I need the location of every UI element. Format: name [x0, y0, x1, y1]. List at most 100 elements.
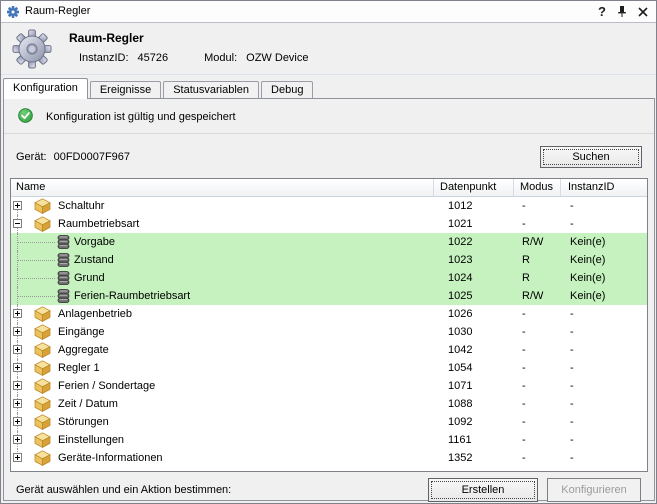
tree-connector-hstub: [18, 242, 55, 243]
table-row[interactable]: Zeit / Datum 1088 - -: [11, 395, 647, 413]
cell-datenpunkt: 1042: [434, 341, 514, 359]
table-row[interactable]: Anlagenbetrieb 1026 - -: [11, 305, 647, 323]
cell-datenpunkt: 1092: [434, 413, 514, 431]
row-name-label: Regler 1: [58, 359, 100, 377]
pin-button[interactable]: [617, 4, 627, 20]
tree-cell-name: Zeit / Datum: [11, 395, 434, 413]
cell-modus: -: [514, 341, 561, 359]
konfiguration-tab-page: Konfiguration ist gültig und gespeichert…: [3, 98, 655, 501]
table-row[interactable]: Grund 1024 R Kein(e): [11, 269, 647, 287]
tree-expand-toggle[interactable]: [13, 435, 22, 444]
cell-instanzid: -: [561, 449, 647, 467]
tree-expand-toggle[interactable]: [13, 417, 22, 426]
column-header-name[interactable]: Name: [11, 179, 434, 196]
tree-expand-toggle[interactable]: [13, 399, 22, 408]
row-name-label: Aggregate: [58, 341, 109, 359]
tree-cell-name: Schaltuhr: [11, 197, 434, 215]
tree-cell-name: Geräte-Informationen: [11, 449, 434, 467]
table-row[interactable]: Ferien-Raumbetriebsart 1025 R/W Kein(e): [11, 287, 647, 305]
column-header-instanzid[interactable]: InstanzID: [561, 179, 647, 196]
tab-konfiguration[interactable]: Konfiguration: [3, 78, 88, 99]
cell-modus: -: [514, 359, 561, 377]
tree-expand-toggle[interactable]: [13, 453, 22, 462]
tree-expand-toggle[interactable]: [13, 219, 22, 228]
cell-datenpunkt: 1012: [434, 197, 514, 215]
datapoint-table: Name Datenpunkt Modus InstanzID Schaltuh…: [10, 178, 648, 472]
device-id-row: Gerät: 00FD0007F967: [16, 147, 130, 168]
cell-datenpunkt: 1023: [434, 251, 514, 269]
close-button[interactable]: [638, 4, 648, 20]
tree-expand-toggle[interactable]: [13, 327, 22, 336]
cell-modus: -: [514, 413, 561, 431]
cell-instanzid: Kein(e): [561, 233, 647, 251]
row-name-label: Grund: [74, 269, 105, 287]
tab-ereignisse[interactable]: Ereignisse: [90, 81, 161, 98]
tab-debug[interactable]: Debug: [261, 81, 313, 98]
row-name-label: Einstellungen: [58, 431, 124, 449]
table-row[interactable]: Ferien / Sondertage 1071 - -: [11, 377, 647, 395]
row-name-label: Schaltuhr: [58, 197, 104, 215]
table-row[interactable]: Zustand 1023 R Kein(e): [11, 251, 647, 269]
datapoint-icon: [57, 271, 70, 288]
modul-label: Modul:: [204, 52, 237, 64]
status-row: Konfiguration ist gültig und gespeichert: [18, 107, 236, 127]
instanzid-label: InstanzID:: [79, 52, 129, 64]
column-header-datenpunkt[interactable]: Datenpunkt: [434, 179, 514, 196]
cell-modus: -: [514, 395, 561, 413]
cell-modus: R: [514, 269, 561, 287]
cell-modus: R/W: [514, 287, 561, 305]
table-row[interactable]: Geräte-Informationen 1352 - -: [11, 449, 647, 467]
table-row[interactable]: Einstellungen 1161 - -: [11, 431, 647, 449]
tree-expand-toggle[interactable]: [13, 381, 22, 390]
table-row[interactable]: Aggregate 1042 - -: [11, 341, 647, 359]
tree-expand-toggle[interactable]: [13, 363, 22, 372]
tree-cell-name: Aggregate: [11, 341, 434, 359]
cell-modus: -: [514, 197, 561, 215]
cell-datenpunkt: 1026: [434, 305, 514, 323]
instanzid-value: 45726: [138, 52, 169, 64]
tree-expand-toggle[interactable]: [13, 309, 22, 318]
modul-value: OZW Device: [246, 52, 308, 64]
table-row[interactable]: Störungen 1092 - -: [11, 413, 647, 431]
device-tree-rows: Schaltuhr 1012 - - Raumbetriebsart 1021 …: [11, 197, 647, 467]
table-row[interactable]: Vorgabe 1022 R/W Kein(e): [11, 233, 647, 251]
cell-datenpunkt: 1352: [434, 449, 514, 467]
tree-cell-name: Ferien / Sondertage: [11, 377, 434, 395]
geraet-value: 00FD0007F967: [54, 147, 130, 168]
cell-datenpunkt: 1054: [434, 359, 514, 377]
column-header-modus[interactable]: Modus: [514, 179, 561, 196]
cell-datenpunkt: 1071: [434, 377, 514, 395]
help-button[interactable]: ?: [598, 4, 606, 20]
cell-datenpunkt: 1025: [434, 287, 514, 305]
package-icon: [34, 450, 51, 469]
cell-modus: -: [514, 431, 561, 449]
tab-strip: Konfiguration Ereignisse Statusvariablen…: [3, 78, 315, 99]
table-row[interactable]: Schaltuhr 1012 - -: [11, 197, 647, 215]
table-row[interactable]: Regler 1 1054 - -: [11, 359, 647, 377]
suchen-button[interactable]: Suchen: [540, 146, 642, 168]
tree-connector-hstub: [18, 260, 55, 261]
konfigurieren-button: Konfigurieren: [547, 478, 641, 502]
window-title: Raum-Regler: [25, 1, 90, 22]
table-row[interactable]: Eingänge 1030 - -: [11, 323, 647, 341]
cell-instanzid: -: [561, 197, 647, 215]
tree-cell-name: Anlagenbetrieb: [11, 305, 434, 323]
cell-instanzid: -: [561, 341, 647, 359]
tree-expand-toggle[interactable]: [13, 201, 22, 210]
tree-cell-name: Zustand: [11, 251, 434, 269]
row-name-label: Zeit / Datum: [58, 395, 118, 413]
tab-statusvariablen[interactable]: Statusvariablen: [163, 81, 259, 98]
cell-modus: -: [514, 215, 561, 233]
erstellen-button[interactable]: Erstellen: [428, 478, 538, 502]
row-name-label: Anlagenbetrieb: [58, 305, 132, 323]
status-ok-icon: [18, 108, 33, 126]
cell-modus: -: [514, 377, 561, 395]
table-row[interactable]: Raumbetriebsart 1021 - -: [11, 215, 647, 233]
cell-instanzid: -: [561, 377, 647, 395]
tree-cell-name: Raumbetriebsart: [11, 215, 434, 233]
table-header: Name Datenpunkt Modus InstanzID: [11, 179, 647, 197]
tree-expand-toggle[interactable]: [13, 345, 22, 354]
datapoint-icon: [57, 253, 70, 270]
tree-cell-name: Vorgabe: [11, 233, 434, 251]
cell-instanzid: Kein(e): [561, 251, 647, 269]
